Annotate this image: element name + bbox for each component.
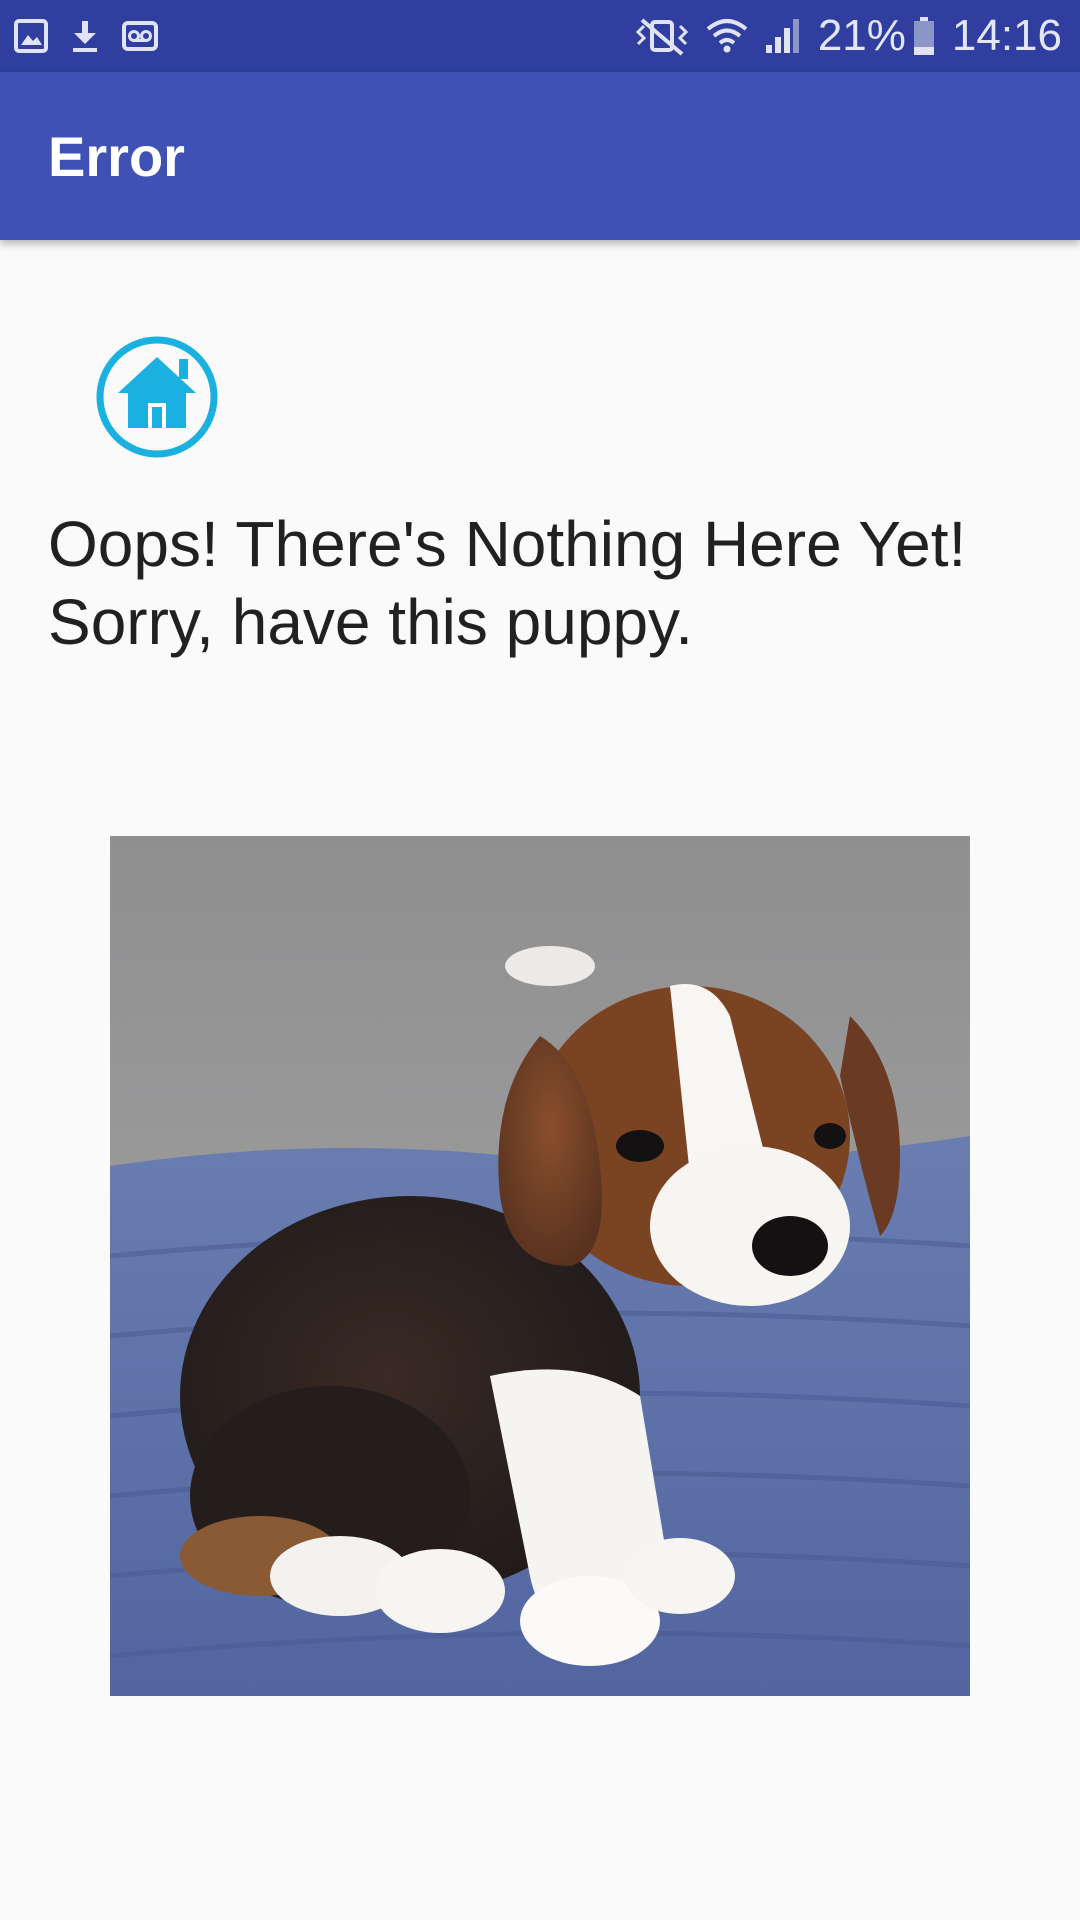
empty-state-message: Oops! There's Nothing Here Yet! Sorry, h… [48, 505, 1048, 661]
wifi-icon [706, 19, 748, 53]
signal-icon [765, 19, 799, 53]
message-line-1: Oops! There's Nothing Here Yet! [48, 508, 967, 580]
system-icons: 21% 14:16 [618, 14, 1062, 58]
notification-icons [14, 19, 180, 53]
clock: 14:16 [951, 11, 1062, 60]
home-button[interactable] [95, 335, 219, 459]
download-icon [73, 21, 97, 52]
page-title: Error [48, 124, 185, 188]
app-bar: Error [0, 72, 1080, 240]
voicemail-icon [122, 21, 158, 51]
home-icon[interactable] [95, 335, 219, 459]
battery-icon [913, 17, 934, 55]
status-bar: 21% 14:16 [0, 0, 1080, 72]
puppy-image [110, 836, 970, 1696]
gallery-icon [14, 19, 48, 53]
message-line-2: Sorry, have this puppy. [48, 586, 694, 658]
battery-percent: 21% [817, 11, 906, 60]
vibrate-mute-icon [635, 18, 688, 56]
